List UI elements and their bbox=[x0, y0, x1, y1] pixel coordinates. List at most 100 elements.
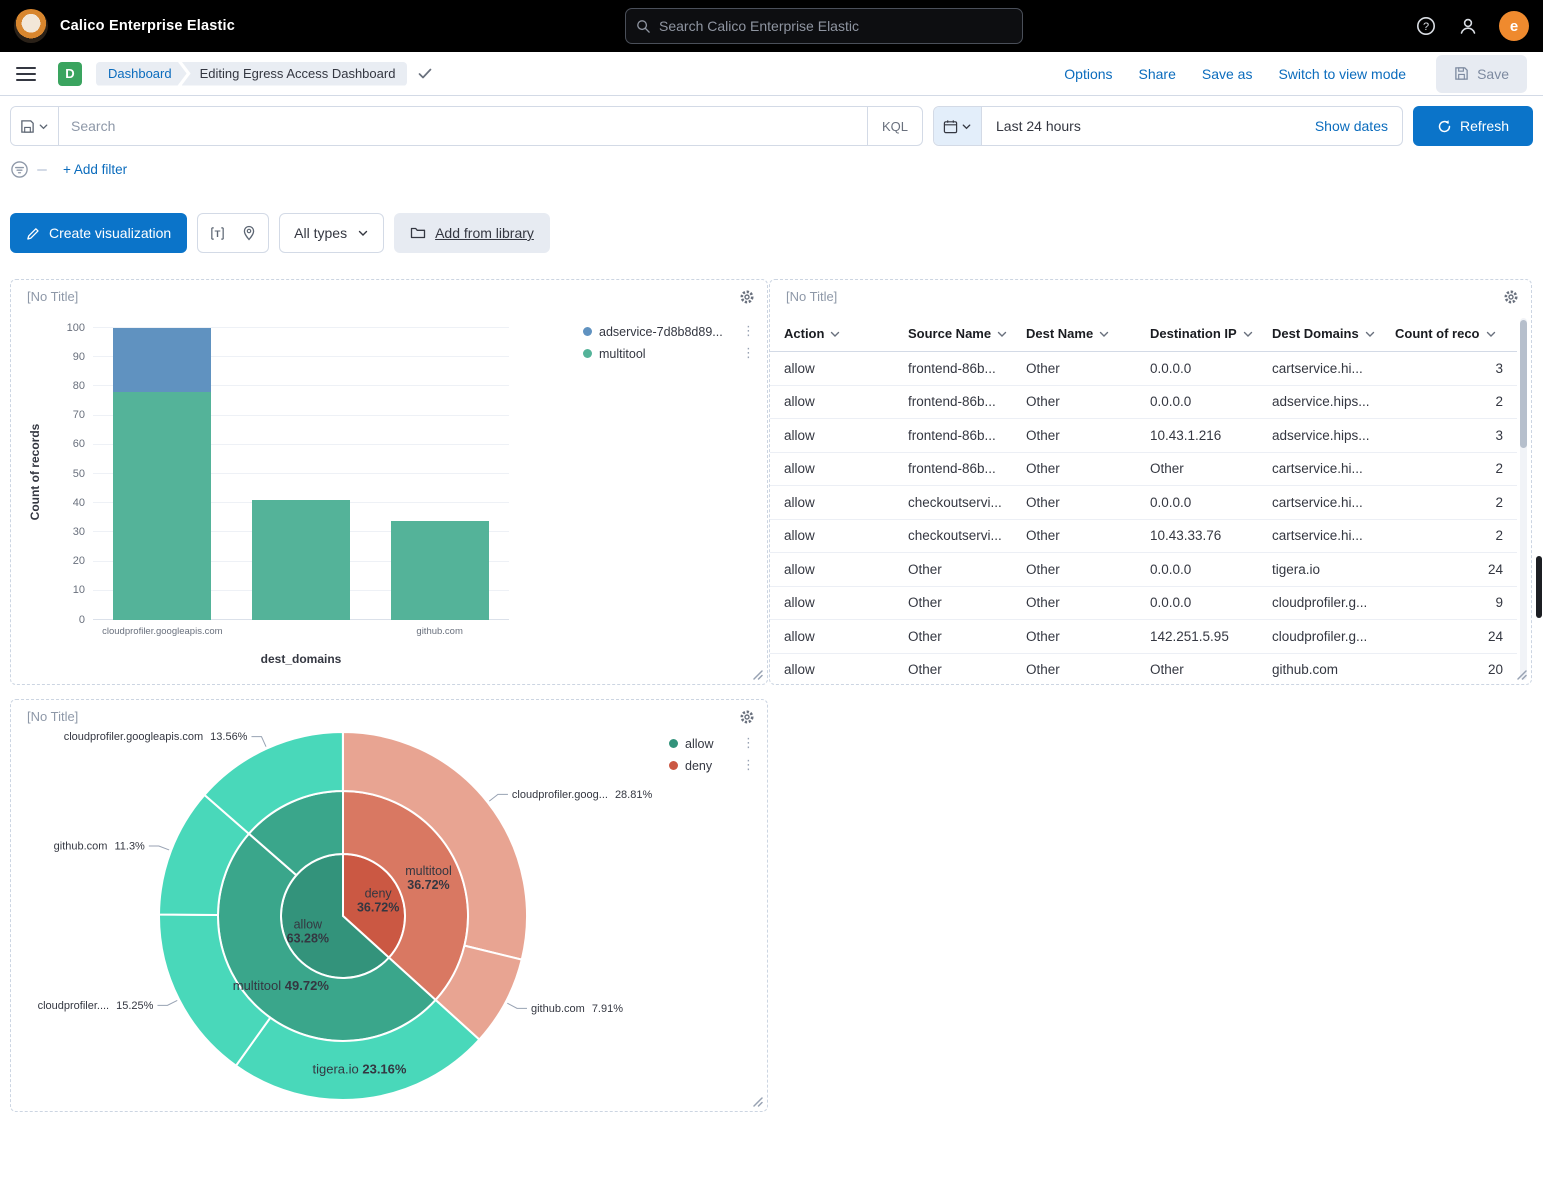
switch-view-mode-button[interactable]: Switch to view mode bbox=[1278, 66, 1406, 82]
bar-segment-multitool[interactable] bbox=[113, 392, 211, 620]
filter-bar: + Add filter bbox=[0, 146, 1543, 192]
table-cell: frontend-86b... bbox=[908, 461, 1026, 476]
table-scrollbar[interactable] bbox=[1520, 318, 1527, 680]
chevron-down-icon bbox=[1242, 328, 1254, 340]
callout-line bbox=[507, 1003, 527, 1008]
add-panel-icon-group: T bbox=[197, 213, 269, 253]
bar-segment-adservice-7d8b8d89...[interactable] bbox=[113, 328, 211, 392]
table-cell: Other bbox=[1026, 629, 1150, 644]
bar-chart-legend: adservice-7d8b8d89...⋮ multitool⋮ bbox=[583, 324, 757, 361]
filter-divider bbox=[37, 169, 47, 171]
kql-language-button[interactable]: KQL bbox=[867, 107, 922, 145]
table-cell: frontend-86b... bbox=[908, 361, 1026, 376]
legend-item[interactable]: multitool⋮ bbox=[583, 346, 757, 361]
table-cell: 142.251.5.95 bbox=[1150, 629, 1272, 644]
breadcrumb-dashboard[interactable]: Dashboard bbox=[96, 62, 187, 86]
edit-check-icon[interactable] bbox=[417, 66, 433, 82]
legend-more-icon[interactable]: ⋮ bbox=[740, 346, 757, 361]
table-cell: 0.0.0.0 bbox=[1150, 595, 1272, 610]
y-axis-title: Count of records bbox=[28, 392, 42, 552]
global-search-input[interactable] bbox=[659, 18, 1012, 34]
pie-legend: allow⋮ deny⋮ bbox=[669, 736, 757, 773]
bar[interactable] bbox=[391, 328, 489, 620]
chevron-down-icon bbox=[829, 328, 841, 340]
time-range-value[interactable]: Last 24 hours bbox=[982, 118, 1301, 134]
sunburst-svg[interactable]: deny36.72%allow63.28%multitool36.72%mult… bbox=[11, 700, 767, 1111]
dashboard-badge: D bbox=[58, 62, 82, 86]
options-button[interactable]: Options bbox=[1064, 66, 1112, 82]
create-visualization-button[interactable]: Create visualization bbox=[10, 213, 187, 253]
dashboard-grid: [No Title] Count of records dest_domains… bbox=[0, 279, 1543, 1125]
bar[interactable] bbox=[113, 328, 211, 620]
table-cell: frontend-86b... bbox=[908, 394, 1026, 409]
table-cell: 2 bbox=[1395, 394, 1517, 409]
table-row: allowfrontend-86b...Other0.0.0.0cartserv… bbox=[770, 352, 1517, 386]
table-cell: Other bbox=[1026, 461, 1150, 476]
y-tick-label: 50 bbox=[53, 468, 85, 480]
saved-query-menu-button[interactable] bbox=[11, 107, 59, 145]
all-types-dropdown[interactable]: All types bbox=[279, 213, 384, 253]
table-cell: 10.43.1.216 bbox=[1150, 428, 1272, 443]
add-filter-button[interactable]: + Add filter bbox=[63, 162, 127, 177]
legend-more-icon[interactable]: ⋮ bbox=[740, 758, 757, 773]
callout-label: github.com7.91% bbox=[531, 1003, 623, 1015]
filter-icon[interactable] bbox=[10, 160, 29, 179]
add-text-button[interactable]: T bbox=[202, 218, 232, 248]
save-as-button[interactable]: Save as bbox=[1202, 66, 1253, 82]
panel-data-table: [No Title] ActionSource NameDest NameDes… bbox=[769, 279, 1532, 685]
table-cell: 3 bbox=[1395, 428, 1517, 443]
add-map-button[interactable] bbox=[234, 218, 264, 248]
refresh-button[interactable]: Refresh bbox=[1413, 106, 1533, 146]
bar[interactable] bbox=[252, 328, 350, 620]
breadcrumb: Dashboard Editing Egress Access Dashboar… bbox=[96, 62, 407, 86]
table-cell: github.com bbox=[1272, 662, 1395, 677]
global-search[interactable] bbox=[625, 8, 1023, 44]
user-settings-icon[interactable] bbox=[1457, 15, 1479, 37]
quick-select-time-button[interactable] bbox=[934, 107, 982, 145]
column-header-dest-name[interactable]: Dest Name bbox=[1026, 326, 1150, 341]
menu-icon[interactable] bbox=[16, 67, 36, 81]
column-header-dest-domains[interactable]: Dest Domains bbox=[1272, 326, 1395, 341]
panel-settings-icon[interactable] bbox=[1503, 289, 1519, 305]
chevron-down-icon bbox=[1364, 328, 1376, 340]
share-button[interactable]: Share bbox=[1139, 66, 1176, 82]
table-cell: 0.0.0.0 bbox=[1150, 562, 1272, 577]
save-icon bbox=[1454, 66, 1469, 81]
save-button[interactable]: Save bbox=[1436, 55, 1527, 93]
y-tick-label: 30 bbox=[53, 526, 85, 538]
help-icon[interactable]: ? bbox=[1415, 15, 1437, 37]
column-header-count-of-reco[interactable]: Count of reco bbox=[1395, 326, 1517, 341]
legend-item[interactable]: allow⋮ bbox=[669, 736, 757, 751]
legend-item[interactable]: adservice-7d8b8d89...⋮ bbox=[583, 324, 757, 339]
table-row: allowOtherOtherOthergithub.com20 bbox=[770, 654, 1517, 685]
legend-more-icon[interactable]: ⋮ bbox=[740, 324, 757, 339]
callout-line bbox=[157, 1000, 177, 1005]
table-cell: adservice.hips... bbox=[1272, 428, 1395, 443]
panel-resize-handle[interactable] bbox=[751, 1095, 764, 1108]
user-avatar[interactable]: e bbox=[1499, 11, 1529, 41]
show-dates-button[interactable]: Show dates bbox=[1301, 118, 1402, 134]
page-scrollbar-thumb[interactable] bbox=[1536, 556, 1542, 618]
panel-title[interactable]: [No Title] bbox=[786, 289, 837, 304]
column-header-action[interactable]: Action bbox=[784, 326, 908, 341]
table-row: allowcheckoutservi...Other0.0.0.0cartser… bbox=[770, 486, 1517, 520]
callout-label: cloudprofiler.goog...28.81% bbox=[512, 789, 653, 801]
bar-segment-multitool[interactable] bbox=[391, 521, 489, 620]
add-from-library-button[interactable]: Add from library bbox=[394, 213, 550, 253]
saved-query-icon bbox=[20, 119, 35, 134]
callout-label: cloudprofiler.googleapis.com13.56% bbox=[64, 731, 248, 743]
chevron-down-icon bbox=[38, 121, 49, 132]
column-header-destination-ip[interactable]: Destination IP bbox=[1150, 326, 1272, 341]
kql-search-input[interactable] bbox=[59, 118, 867, 134]
legend-more-icon[interactable]: ⋮ bbox=[740, 736, 757, 751]
bar-segment-multitool[interactable] bbox=[252, 500, 350, 620]
panel-resize-handle[interactable] bbox=[1515, 668, 1528, 681]
bar-chart[interactable]: Count of records dest_domains adservice-… bbox=[11, 280, 767, 684]
legend-item[interactable]: deny⋮ bbox=[669, 758, 757, 773]
table-scrollbar-thumb[interactable] bbox=[1520, 320, 1527, 448]
callout-line bbox=[489, 794, 508, 801]
column-header-source-name[interactable]: Source Name bbox=[908, 326, 1026, 341]
folder-icon bbox=[410, 225, 426, 241]
svg-text:T: T bbox=[214, 228, 220, 239]
panel-resize-handle[interactable] bbox=[751, 668, 764, 681]
